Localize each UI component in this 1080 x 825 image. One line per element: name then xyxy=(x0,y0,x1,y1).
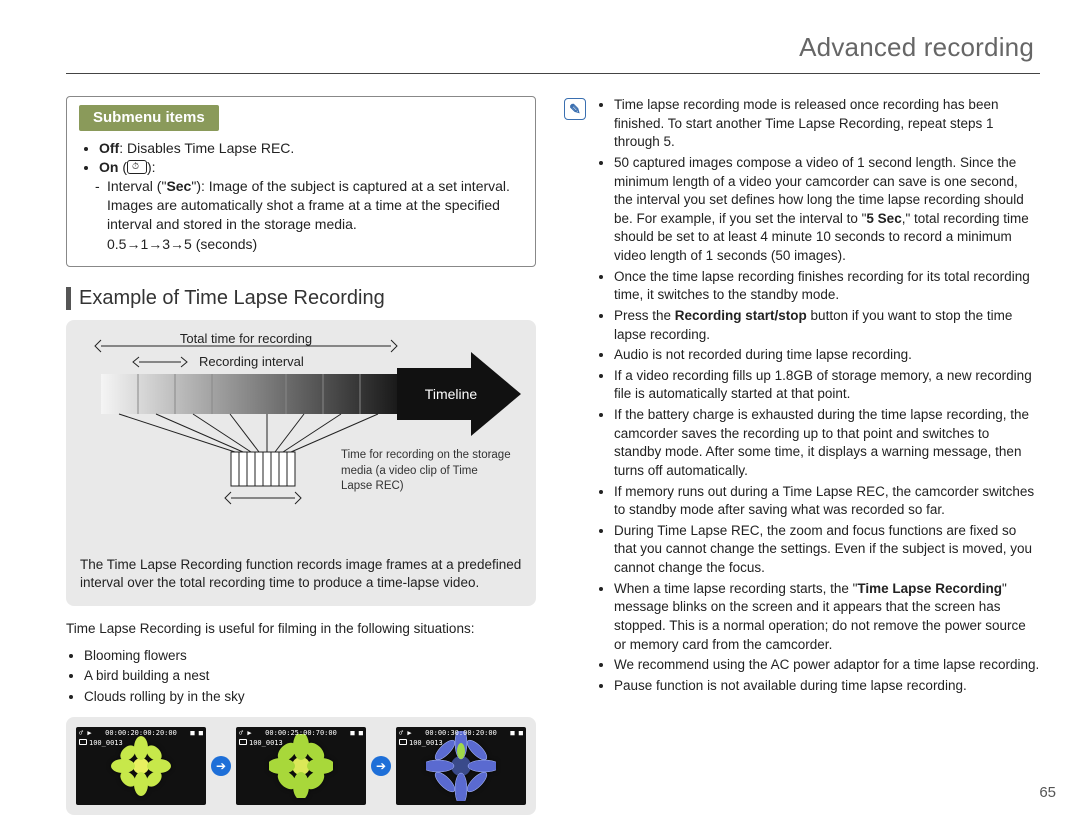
submenu-on: On (): Interval ("Sec"): Image of the su… xyxy=(99,158,521,254)
situations-intro: Time Lapse Recording is useful for filmi… xyxy=(66,620,536,638)
header-rule xyxy=(66,73,1040,74)
note-item: Press the Recording start/stop button if… xyxy=(614,307,1040,344)
list-item: A bird building a nest xyxy=(84,666,536,686)
page-title: Advanced recording xyxy=(66,32,1040,69)
arrow-right-icon: ➔ xyxy=(371,756,391,776)
interval-label-svg: Recording interval xyxy=(199,354,304,369)
diagram-para: The Time Lapse Recording function record… xyxy=(80,556,522,592)
thumbnail-2: ♂ ▶00:00:25:00:70:00■ ■ 100_0013 xyxy=(236,727,366,805)
note-item: Audio is not recorded during time lapse … xyxy=(614,346,1040,365)
list-item: Blooming flowers xyxy=(84,646,536,666)
note-icon: ✎ xyxy=(564,98,586,120)
timeline-diagram: Total time for recording Recording inter… xyxy=(80,332,522,532)
thumbnail-3: < ellipse cx="35" cy="50" rx="4" ry="8"/… xyxy=(396,727,526,805)
interval-values: 0.5→1→3→5 (seconds) xyxy=(107,235,521,254)
note-item: Once the time lapse recording finishes r… xyxy=(614,268,1040,305)
submenu-off: Off: Disables Time Lapse REC. xyxy=(99,139,521,158)
total-label: Total time for recording xyxy=(180,332,312,346)
thumbnail-1: ♂ ▶00:00:20:00:20:00■ ■ 100_0013 xyxy=(76,727,206,805)
note-item: 50 captured images compose a video of 1 … xyxy=(614,154,1040,266)
timelapse-icon xyxy=(127,160,147,174)
situations-list: Blooming flowers A bird building a nest … xyxy=(66,646,536,707)
on-label: On xyxy=(99,159,118,175)
thumbnails-row: ♂ ▶00:00:20:00:20:00■ ■ 100_0013 ➔ ♂ ▶00… xyxy=(66,717,536,815)
note-item: We recommend using the AC power adaptor … xyxy=(614,656,1040,675)
list-item: Clouds rolling by in the sky xyxy=(84,687,536,707)
section-heading: Example of Time Lapse Recording xyxy=(66,287,536,310)
diagram-caption: Time for recording on the storage media … xyxy=(341,448,511,495)
timeline-label-svg: Timeline xyxy=(425,386,478,402)
submenu-title: Submenu items xyxy=(79,105,219,131)
note-item: When a time lapse recording starts, the … xyxy=(614,580,1040,655)
note-item: Pause function is not available during t… xyxy=(614,677,1040,696)
note-item: If the battery charge is exhausted durin… xyxy=(614,406,1040,481)
submenu-box: Submenu items Off: Disables Time Lapse R… xyxy=(66,96,536,267)
arrow-right-icon: ➔ xyxy=(211,756,231,776)
note-item: If a video recording fills up 1.8GB of s… xyxy=(614,367,1040,404)
note-item: If memory runs out during a Time Lapse R… xyxy=(614,483,1040,520)
note-item: Time lapse recording mode is released on… xyxy=(614,96,1040,152)
note-item: During Time Lapse REC, the zoom and focu… xyxy=(614,522,1040,578)
off-desc: : Disables Time Lapse REC. xyxy=(119,140,294,156)
notes-list: Time lapse recording mode is released on… xyxy=(564,96,1040,695)
interval-line: Interval ("Sec"): Image of the subject i… xyxy=(99,177,521,255)
off-label: Off xyxy=(99,140,119,156)
page-number: 65 xyxy=(1039,784,1056,801)
diagram-box: Total time for recording Recording inter… xyxy=(66,320,536,606)
